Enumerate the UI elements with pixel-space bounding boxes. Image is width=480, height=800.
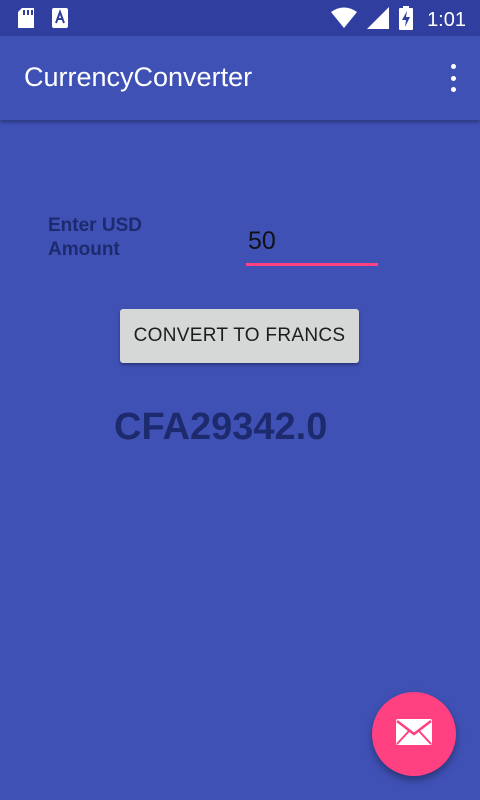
usd-amount-input[interactable] bbox=[246, 226, 378, 266]
usd-amount-label: Enter USD Amount bbox=[48, 215, 142, 260]
convert-button[interactable]: CONVERT TO FRANCS bbox=[120, 309, 359, 363]
app-title: CurrencyConverter bbox=[24, 62, 253, 92]
email-fab-button[interactable] bbox=[372, 692, 456, 776]
status-bar: 1:01 bbox=[0, 0, 480, 36]
overflow-menu-icon[interactable] bbox=[448, 64, 458, 92]
a-notification-icon bbox=[52, 8, 68, 33]
status-time: 1:01 bbox=[427, 9, 466, 31]
app-bar: CurrencyConverter bbox=[0, 36, 480, 120]
conversion-result: CFA29342.0 bbox=[114, 406, 328, 448]
wifi-icon bbox=[331, 7, 358, 34]
sd-card-icon bbox=[18, 8, 34, 33]
signal-icon bbox=[367, 7, 390, 34]
battery-charging-icon bbox=[399, 6, 414, 35]
email-icon bbox=[395, 718, 433, 751]
